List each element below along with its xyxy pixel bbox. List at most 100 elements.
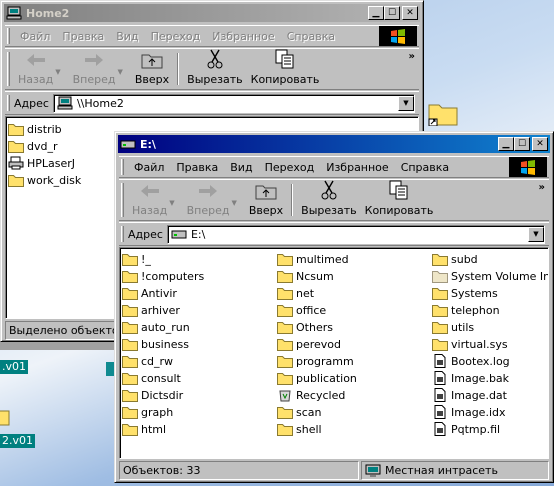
menu-favorites[interactable]: Избранное bbox=[206, 30, 280, 43]
toolbar-grip[interactable] bbox=[7, 52, 10, 86]
up-button[interactable]: Вверх bbox=[131, 49, 173, 89]
minimize-button[interactable]: ▁ bbox=[498, 137, 514, 151]
folder-icon bbox=[8, 124, 24, 136]
list-item[interactable]: html bbox=[122, 421, 166, 437]
list-item[interactable]: perevod bbox=[277, 336, 341, 352]
forward-button[interactable]: Вперед bbox=[183, 180, 234, 220]
address-input[interactable]: \\Home2 ▼ bbox=[52, 93, 415, 113]
list-item[interactable]: Dictsdir bbox=[122, 387, 183, 403]
address-dropdown-button[interactable]: ▼ bbox=[528, 226, 544, 242]
list-item[interactable]: multimed bbox=[277, 251, 349, 267]
window-title: Home2 bbox=[26, 6, 70, 20]
desktop-file-label[interactable]: .v01 bbox=[0, 360, 29, 374]
menu-grip[interactable] bbox=[121, 159, 124, 175]
list-item[interactable]: !_ bbox=[122, 251, 151, 267]
list-item[interactable]: System Volume Inform bbox=[432, 268, 548, 284]
cut-button[interactable]: Вырезать bbox=[183, 49, 246, 89]
window-drive-e[interactable]: E:\ ▁ ☐ ✕ Файл Правка Вид Переход Избран… bbox=[114, 131, 554, 483]
list-item[interactable]: subd bbox=[432, 251, 478, 267]
maximize-button[interactable]: ☐ bbox=[384, 6, 400, 20]
menu-help[interactable]: Справка bbox=[281, 30, 341, 43]
list-item[interactable]: arhiver bbox=[122, 302, 180, 318]
close-button[interactable]: ✕ bbox=[532, 137, 548, 151]
address-grip[interactable] bbox=[121, 226, 124, 242]
menu-file[interactable]: Файл bbox=[128, 161, 170, 174]
list-item[interactable]: scan bbox=[277, 404, 322, 420]
list-item[interactable]: Antivir bbox=[122, 285, 177, 301]
menu-favorites[interactable]: Избранное bbox=[320, 161, 394, 174]
back-dropdown-icon[interactable]: ▼ bbox=[55, 62, 60, 76]
list-item[interactable]: publication bbox=[277, 370, 357, 386]
list-item[interactable]: net bbox=[277, 285, 314, 301]
file-list[interactable]: !_ !computers Antivir arhiver auto_run busine… bbox=[119, 247, 549, 459]
copy-button[interactable]: Копировать bbox=[361, 180, 438, 220]
address-input[interactable]: E:\ ▼ bbox=[166, 224, 545, 244]
status-count-text: Объектов: 33 bbox=[123, 464, 201, 477]
list-item[interactable]: shell bbox=[277, 421, 322, 437]
menu-view[interactable]: Вид bbox=[110, 30, 144, 43]
list-item[interactable]: Image.idx bbox=[432, 404, 506, 420]
forward-dropdown-icon[interactable]: ▼ bbox=[117, 62, 122, 76]
address-dropdown-button[interactable]: ▼ bbox=[398, 95, 414, 111]
back-dropdown-icon[interactable]: ▼ bbox=[169, 193, 174, 207]
menu-view[interactable]: Вид bbox=[224, 161, 258, 174]
list-item[interactable]: consult bbox=[122, 370, 181, 386]
cut-button[interactable]: Вырезать bbox=[297, 180, 360, 220]
toolbar-grip[interactable] bbox=[121, 183, 124, 217]
close-button[interactable]: ✕ bbox=[402, 6, 418, 20]
toolbar-more-icon[interactable]: » bbox=[409, 51, 415, 62]
list-item[interactable]: Bootex.log bbox=[432, 353, 510, 369]
menu-help[interactable]: Справка bbox=[395, 161, 455, 174]
document-icon bbox=[434, 388, 446, 402]
list-item[interactable]: Systems bbox=[432, 285, 498, 301]
list-item[interactable]: !computers bbox=[122, 268, 204, 284]
list-item[interactable]: Others bbox=[277, 319, 333, 335]
maximize-button[interactable]: ☐ bbox=[514, 137, 530, 151]
list-item[interactable]: auto_run bbox=[122, 319, 190, 335]
desktop-file-label[interactable]: 2.v01 bbox=[0, 434, 36, 448]
address-grip[interactable] bbox=[7, 95, 10, 111]
list-item[interactable]: Recycled bbox=[277, 387, 345, 403]
desktop-folder-icon[interactable] bbox=[428, 100, 458, 127]
up-label: Вверх bbox=[248, 204, 284, 217]
list-item[interactable]: cd_rw bbox=[122, 353, 173, 369]
folder-icon bbox=[8, 141, 24, 153]
up-button[interactable]: Вверх bbox=[245, 180, 287, 220]
list-item[interactable]: programm bbox=[277, 353, 354, 369]
list-item[interactable]: Image.bak bbox=[432, 370, 509, 386]
list-item[interactable]: HPLaserJ bbox=[8, 155, 75, 171]
desktop-folder-icon[interactable] bbox=[0, 404, 12, 426]
list-item[interactable]: graph bbox=[122, 404, 173, 420]
item-name: dvd_r bbox=[27, 139, 58, 153]
list-item[interactable]: utils bbox=[432, 319, 474, 335]
title-bar[interactable]: E:\ ▁ ☐ ✕ bbox=[118, 135, 550, 153]
menu-go[interactable]: Переход bbox=[145, 30, 207, 43]
list-item[interactable]: Pqtmp.fil bbox=[432, 421, 500, 437]
list-item[interactable]: work_disk bbox=[8, 172, 81, 188]
list-item[interactable]: telephon bbox=[432, 302, 500, 318]
address-bar: Адрес E:\ ▼ bbox=[119, 222, 549, 246]
copy-button[interactable]: Копировать bbox=[247, 49, 324, 89]
item-name: office bbox=[296, 303, 327, 317]
minimize-button[interactable]: ▁ bbox=[368, 6, 384, 20]
menu-go[interactable]: Переход bbox=[259, 161, 321, 174]
forward-button[interactable]: Вперед bbox=[69, 49, 120, 89]
back-button[interactable]: Назад bbox=[128, 180, 171, 220]
list-item[interactable]: distrib bbox=[8, 121, 62, 137]
menu-edit[interactable]: Правка bbox=[56, 30, 110, 43]
menu-grip[interactable] bbox=[7, 28, 10, 44]
title-bar[interactable]: Home2 ▁ ☐ ✕ bbox=[4, 4, 420, 22]
list-item[interactable]: Ncsum bbox=[277, 268, 334, 284]
forward-dropdown-icon[interactable]: ▼ bbox=[231, 193, 236, 207]
list-item[interactable]: business bbox=[122, 336, 189, 352]
address-value: E:\ bbox=[190, 227, 206, 241]
list-item[interactable]: office bbox=[277, 302, 326, 318]
menu-edit[interactable]: Правка bbox=[170, 161, 224, 174]
back-button[interactable]: Назад bbox=[14, 49, 57, 89]
list-item[interactable]: dvd_r bbox=[8, 138, 58, 154]
menu-file[interactable]: Файл bbox=[14, 30, 56, 43]
list-item[interactable]: virtual.sys bbox=[432, 336, 508, 352]
folder-icon bbox=[122, 305, 138, 317]
toolbar-more-icon[interactable]: » bbox=[539, 182, 545, 193]
list-item[interactable]: Image.dat bbox=[432, 387, 507, 403]
